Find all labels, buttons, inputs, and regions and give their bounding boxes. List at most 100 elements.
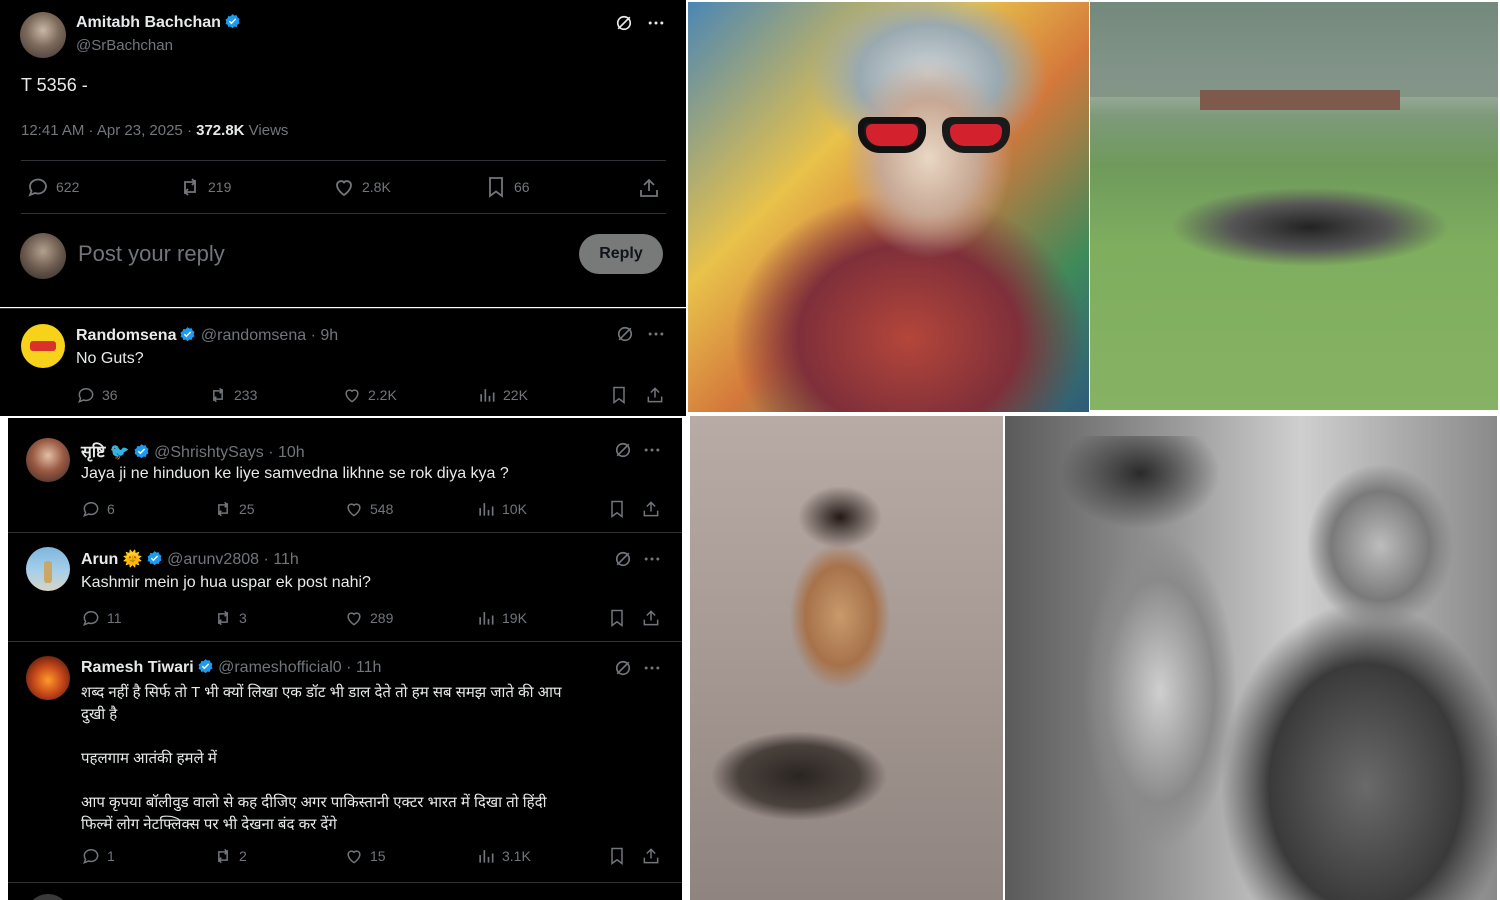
more-icon[interactable] (646, 13, 666, 33)
repost-icon (217, 848, 229, 864)
reply-name[interactable]: सृष्टि 🐦 (81, 444, 130, 461)
reply-handle[interactable]: @randomsena (201, 327, 306, 344)
views-icon (479, 503, 494, 516)
grok-icon[interactable] (613, 440, 633, 460)
bookmark-action[interactable]: 66 (484, 175, 530, 199)
repost-icon (183, 178, 197, 196)
buildings (1200, 90, 1400, 110)
reply-randomsena[interactable]: Randomsena @randomsena · 9h No Guts? 36 … (0, 308, 686, 416)
reply-avatar[interactable] (26, 656, 70, 700)
verified-badge-icon (181, 327, 195, 342)
reply-ramesh[interactable]: Ramesh Tiwari @rameshofficial0 · 11h शब्… (8, 642, 682, 883)
repost-action[interactable]: 233 (208, 385, 257, 405)
sunglasses (858, 117, 1018, 155)
reply-text: No Guts? (76, 350, 144, 367)
reply-handle[interactable]: @rameshofficial0 (218, 659, 342, 676)
reply-text: Kashmir mein jo hua uspar ek post nahi? (81, 574, 371, 591)
reply-header: Arun 🌞 @arunv2808 · 11h (81, 549, 299, 569)
reply-avatar[interactable] (26, 438, 70, 482)
reply-action[interactable]: 1 (81, 846, 115, 866)
reply-age[interactable]: · 11h (263, 551, 298, 568)
views-label: Views (248, 122, 289, 139)
share-icon[interactable] (641, 608, 661, 628)
reply-input[interactable]: Post your reply (78, 241, 225, 267)
tree-line (1090, 2, 1498, 97)
author-avatar[interactable] (20, 12, 66, 58)
reply-name[interactable]: Randomsena (76, 327, 176, 344)
reply-icon (83, 611, 99, 626)
repost-action[interactable]: 3 (213, 608, 247, 628)
reply-name[interactable]: Ramesh Tiwari (81, 659, 194, 676)
replies-panel: सृष्टि 🐦 @ShrishtySays · 10h Jaya ji ne … (8, 418, 682, 900)
woman-right (1205, 446, 1497, 900)
bookmark-icon[interactable] (607, 499, 627, 519)
reply-action[interactable]: 6 (81, 499, 115, 519)
reply-icon (83, 849, 99, 864)
tweet-time[interactable]: 12:41 AM · Apr 23, 2025 (21, 122, 183, 139)
like-icon (347, 850, 361, 864)
avatar-figure (44, 561, 52, 583)
more-icon[interactable] (642, 658, 662, 678)
reply-age[interactable]: · 11h (346, 659, 381, 676)
reply-handle[interactable]: @arunv2808 (167, 551, 259, 568)
reply-icon (83, 502, 99, 517)
tweet-meta: 12:41 AM · Apr 23, 2025 · 372.8K Views (21, 122, 289, 139)
repost-action[interactable]: 25 (213, 499, 255, 519)
reply-handle[interactable]: @ShrishtySays (154, 444, 264, 461)
grok-icon[interactable] (614, 13, 634, 33)
share-icon[interactable] (641, 499, 661, 519)
grok-icon[interactable] (613, 658, 633, 678)
reply-header: सृष्टि 🐦 @ShrishtySays · 10h (81, 440, 305, 462)
tweet-text: T 5356 - (21, 75, 88, 95)
lying-man (700, 696, 920, 856)
share-icon[interactable] (645, 385, 665, 405)
repost-action[interactable]: 2 (213, 846, 247, 866)
author-handle[interactable]: @SrBachchan (76, 37, 173, 54)
reply-header: Ramesh Tiwari @rameshofficial0 · 11h (81, 658, 381, 677)
share-icon[interactable] (637, 176, 661, 200)
author-name[interactable]: Amitabh Bachchan (76, 13, 241, 32)
like-action[interactable]: 2.8K (332, 175, 391, 199)
bookmark-icon[interactable] (609, 385, 629, 405)
reply-action[interactable]: 36 (76, 385, 118, 405)
reply-text-line: दुखी है (81, 706, 118, 723)
reply-age[interactable]: · 9h (311, 327, 339, 344)
more-icon[interactable] (642, 440, 662, 460)
reply-text: शब्द नहीं है सिर्फ तो T भी क्यों लिखा एक… (81, 682, 661, 836)
reply-header: Randomsena @randomsena · 9h (76, 326, 338, 345)
reply-action[interactable]: 11 (81, 608, 122, 628)
reply-button[interactable]: Reply (579, 234, 663, 274)
reply-avatar[interactable] (21, 324, 65, 368)
reply-shrishty[interactable]: सृष्टि 🐦 @ShrishtySays · 10h Jaya ji ne … (8, 424, 682, 533)
bookmark-icon[interactable] (607, 608, 627, 628)
repost-icon (217, 610, 229, 626)
user-avatar[interactable] (20, 233, 66, 279)
reply-action[interactable]: 622 (26, 175, 79, 199)
like-action[interactable]: 289 (344, 608, 393, 628)
views-action[interactable]: 3.1K (476, 846, 531, 866)
more-icon[interactable] (642, 549, 662, 569)
views-action[interactable]: 10K (476, 499, 527, 519)
more-icon[interactable] (646, 324, 666, 344)
grok-icon[interactable] (613, 549, 633, 569)
reply-age[interactable]: · 10h (268, 444, 304, 461)
reply-avatar[interactable] (26, 547, 70, 591)
reply-icon (28, 178, 47, 197)
reply-avatar[interactable] (26, 894, 70, 900)
like-action[interactable]: 2.2K (342, 385, 397, 405)
views-action[interactable]: 19K (476, 608, 527, 628)
divider (21, 213, 666, 214)
bookmark-icon[interactable] (607, 846, 627, 866)
reply-name[interactable]: Arun 🌞 (81, 551, 143, 568)
reply-arun[interactable]: Arun 🌞 @arunv2808 · 11h Kashmir mein jo … (8, 533, 682, 642)
grok-icon[interactable] (615, 324, 635, 344)
photo-meadow (1090, 2, 1498, 410)
share-icon[interactable] (641, 846, 661, 866)
like-action[interactable]: 15 (344, 846, 386, 866)
views-action[interactable]: 22K (477, 385, 528, 405)
repost-icon (217, 501, 229, 517)
reply-icon (78, 388, 94, 403)
reply-text-line: आप कृपया बॉलीवुड वालो से कह दीजिए अगर पा… (81, 794, 547, 811)
like-action[interactable]: 548 (344, 499, 393, 519)
repost-action[interactable]: 219 (178, 175, 231, 199)
